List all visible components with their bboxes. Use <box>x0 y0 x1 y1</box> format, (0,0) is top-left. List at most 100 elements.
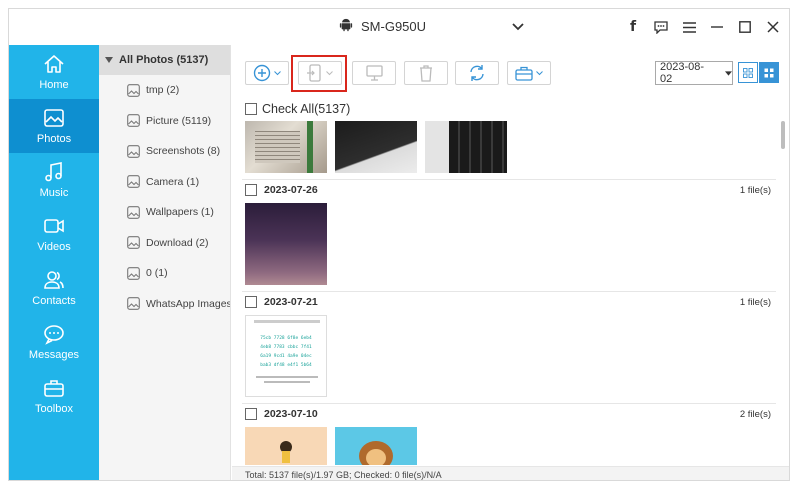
sidebar-item-toolbox[interactable]: Toolbox <box>9 369 99 423</box>
album-icon <box>127 114 140 128</box>
album-icon <box>127 144 140 158</box>
group-checkbox[interactable] <box>245 408 257 420</box>
photo-thumbnail[interactable]: 75cb 7728 6f8e 6eb4 4eb8 7783 cbbc 7f41 … <box>245 315 327 397</box>
video-icon <box>44 219 64 233</box>
status-bar: Total: 5137 file(s)/1.97 GB; Checked: 0 … <box>232 466 789 480</box>
album-icon <box>127 236 140 250</box>
album-item[interactable]: 0 (1) <box>99 258 230 289</box>
minimize-icon[interactable] <box>709 19 725 35</box>
toolbox-icon <box>515 66 533 81</box>
sidebar-item-label: Contacts <box>32 295 76 307</box>
album-icon <box>127 83 140 97</box>
album-item[interactable]: Wallpapers (1) <box>99 197 230 228</box>
grid-large-icon <box>764 68 774 77</box>
menu-icon[interactable] <box>681 19 697 35</box>
group-file-count: 1 file(s) <box>739 185 771 196</box>
album-label: Wallpapers (1) <box>146 206 214 219</box>
album-item[interactable]: Download (2) <box>99 228 230 259</box>
date-group-header[interactable]: 2023-07-21 <box>245 296 318 308</box>
divider <box>242 403 776 404</box>
sidebar-item-home[interactable]: Home <box>9 45 99 99</box>
check-all-checkbox[interactable] <box>245 103 257 115</box>
photo-grid: 2023-07-26 1 file(s) 2023-07-21 1 file(s… <box>232 119 789 465</box>
date-filter-select[interactable]: 2023-08-02 <box>655 61 733 85</box>
sync-button[interactable] <box>455 61 499 85</box>
divider <box>242 291 776 292</box>
sidebar-item-contacts[interactable]: Contacts <box>9 261 99 315</box>
add-button[interactable] <box>245 61 289 85</box>
date-value: 2023-08-02 <box>660 61 705 85</box>
android-icon <box>339 18 353 35</box>
album-label: WhatsApp Images (3 <box>146 297 230 310</box>
album-item[interactable]: WhatsApp Images (3 <box>99 289 230 320</box>
group-file-count: 2 file(s) <box>739 409 771 420</box>
album-tree-header[interactable]: All Photos (5137) <box>99 45 230 75</box>
sidebar-item-videos[interactable]: Videos <box>9 207 99 261</box>
sidebar-item-label: Photos <box>36 133 72 145</box>
photo-thumbnail[interactable] <box>335 427 417 465</box>
album-icon <box>127 205 140 219</box>
code-text-line: 75cb 7728 6f8e 6eb4 <box>260 336 312 341</box>
toolbar: 2023-08-02 <box>232 45 789 101</box>
chevron-down-icon <box>274 70 281 75</box>
album-item[interactable]: tmp (2) <box>99 75 230 106</box>
title-bar: SM-G950U f <box>9 9 789 45</box>
album-item[interactable]: Screenshots (8) <box>99 136 230 167</box>
album-icon <box>127 175 140 189</box>
code-text-line: 4eb8 7783 cbbc 7f41 <box>260 345 312 350</box>
album-item[interactable]: Picture (5119) <box>99 106 230 137</box>
sidebar-item-label: Toolbox <box>35 403 73 415</box>
code-text-line: 6a19 9cd1 4a9e 04ec <box>260 354 312 359</box>
group-date: 2023-07-10 <box>264 408 318 420</box>
sidebar-item-label: Home <box>39 79 69 91</box>
photo-thumbnail[interactable] <box>245 203 327 285</box>
code-text-line: bab3 df48 e4f1 5b64 <box>260 363 312 368</box>
music-icon <box>45 162 62 182</box>
scrollbar-thumb[interactable] <box>781 121 785 149</box>
sidebar-item-music[interactable]: Music <box>9 153 99 207</box>
add-icon <box>253 64 271 82</box>
album-icon <box>127 297 140 311</box>
window-controls: f <box>625 19 781 35</box>
group-date: 2023-07-26 <box>264 184 318 196</box>
list-view-button[interactable] <box>738 62 758 83</box>
album-label: Camera (1) <box>146 175 200 188</box>
facebook-icon[interactable]: f <box>625 19 641 35</box>
delete-button[interactable] <box>404 61 448 85</box>
check-all-label: Check All(5137) <box>262 102 351 116</box>
sidebar-item-photos[interactable]: Photos <box>9 99 99 153</box>
photo-thumbnail[interactable] <box>425 121 507 173</box>
home-icon <box>44 55 64 73</box>
album-label: tmp (2) <box>146 84 180 97</box>
date-group-header[interactable]: 2023-07-10 <box>245 408 318 420</box>
delete-icon <box>420 64 432 82</box>
caret-down-icon <box>725 70 732 76</box>
close-icon[interactable] <box>765 19 781 35</box>
divider <box>242 179 776 180</box>
album-item[interactable]: Camera (1) <box>99 167 230 198</box>
photo-thumbnail[interactable] <box>245 427 327 465</box>
sidebar-item-label: Music <box>39 187 69 199</box>
maximize-icon[interactable] <box>737 19 753 35</box>
main-panel: 2023-08-02 Check All(5137) 2023-07-26 1 … <box>232 45 789 480</box>
export-to-pc-button[interactable] <box>352 61 396 85</box>
check-all-row[interactable]: Check All(5137) <box>245 102 350 116</box>
feedback-icon[interactable] <box>653 19 669 35</box>
date-group-header[interactable]: 2023-07-26 <box>245 184 318 196</box>
chevron-down-icon[interactable] <box>512 19 524 34</box>
sidebar-item-messages[interactable]: Messages <box>9 315 99 369</box>
device-selector[interactable]: SM-G950U <box>339 18 524 35</box>
app-window: SM-G950U f Home Photos Music Videos Cont… <box>8 8 790 481</box>
messages-icon <box>44 325 64 345</box>
grid-view-button[interactable] <box>759 62 779 83</box>
group-checkbox[interactable] <box>245 184 257 196</box>
photo-thumbnail[interactable] <box>245 121 327 173</box>
group-checkbox[interactable] <box>245 296 257 308</box>
photo-thumbnail[interactable] <box>335 121 417 173</box>
album-panel: All Photos (5137) tmp (2) Picture (5119)… <box>99 45 231 480</box>
toolbox-button[interactable] <box>507 61 551 85</box>
chevron-down-icon <box>536 70 543 75</box>
highlight-box <box>291 55 347 92</box>
album-label: Picture (5119) <box>146 114 212 127</box>
album-label: Screenshots (8) <box>146 145 221 158</box>
